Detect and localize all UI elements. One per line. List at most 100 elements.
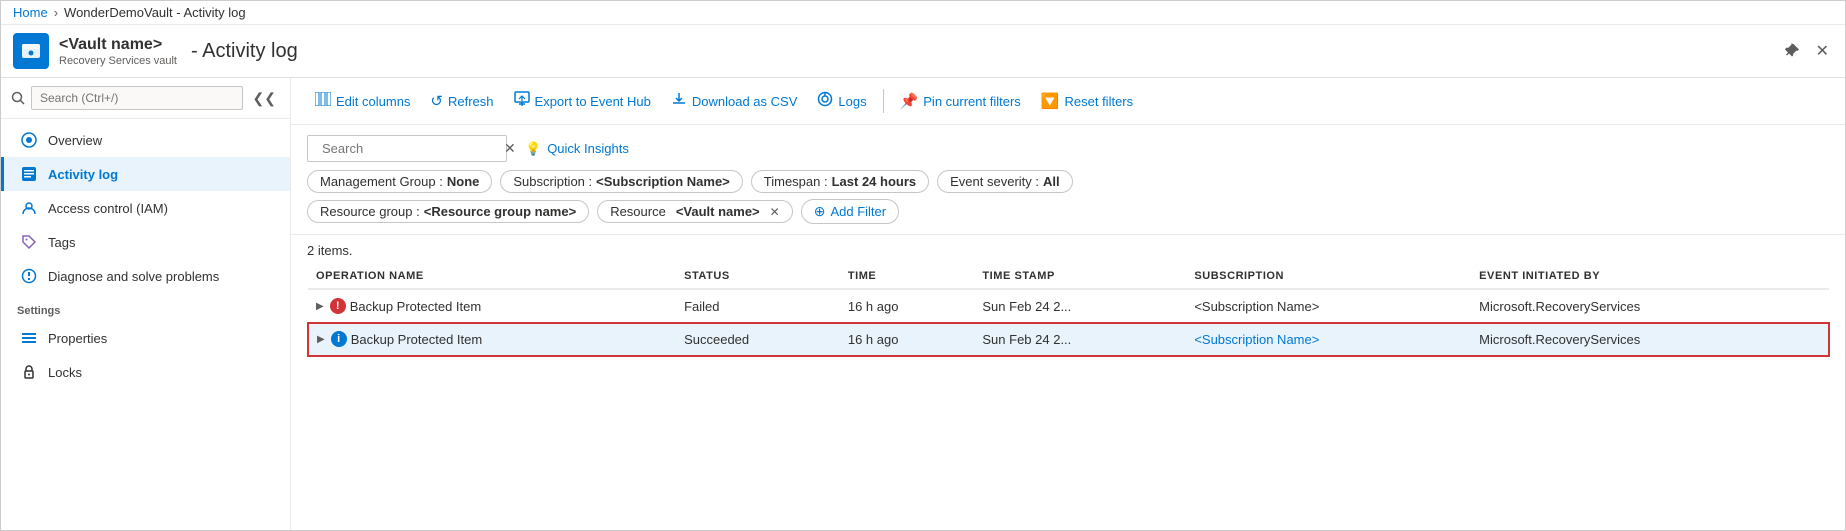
breadcrumb: Home › WonderDemoVault - Activity log	[1, 1, 1845, 25]
row2-operation-label: Backup Protected Item	[351, 332, 483, 347]
logs-label: Logs	[838, 94, 866, 109]
toolbar: Edit columns ↺ Refresh Export to Event H…	[291, 78, 1845, 125]
pin-button[interactable]	[1780, 37, 1804, 65]
search-input[interactable]	[322, 141, 498, 156]
mgmt-group-filter[interactable]: Management Group : None	[307, 170, 492, 193]
add-filter-label: Add Filter	[830, 204, 886, 219]
title-main: <Vault name> Recovery Services vault	[59, 35, 177, 66]
row1-timestamp: Sun Feb 24 2...	[974, 289, 1186, 323]
close-button[interactable]: ✕	[1812, 37, 1833, 65]
settings-section-label: Settings	[1, 293, 290, 321]
search-icon	[11, 91, 25, 105]
refresh-button[interactable]: ↺ Refresh	[422, 87, 501, 115]
download-csv-button[interactable]: Download as CSV	[663, 86, 806, 116]
col-status: STATUS	[676, 264, 840, 289]
logs-icon	[817, 91, 833, 111]
search-box: ✕	[307, 135, 507, 162]
locks-icon	[20, 363, 38, 381]
filter-row-pills: Management Group : None Subscription : <…	[307, 170, 1829, 193]
row2-subscription: <Subscription Name>	[1186, 323, 1471, 356]
refresh-label: Refresh	[448, 94, 494, 109]
table-row[interactable]: ▶ i Backup Protected Item Succeeded 16 h…	[308, 323, 1829, 356]
row2-time: 16 h ago	[840, 323, 975, 356]
sidebar-item-activity-log[interactable]: Activity log	[1, 157, 290, 191]
sidebar-item-activity-log-label: Activity log	[48, 167, 118, 182]
row2-subscription-link[interactable]: <Subscription Name>	[1194, 332, 1319, 347]
quick-insights-icon: 💡	[525, 141, 541, 157]
resource-key: Resource	[610, 204, 666, 219]
title-bar: <Vault name> Recovery Services vault - A…	[1, 25, 1845, 78]
timespan-val: Last 24 hours	[832, 174, 917, 189]
mgmt-group-val: None	[447, 174, 480, 189]
sidebar-search-area: ❮❮	[1, 78, 290, 119]
main-layout: ❮❮ Overview Activity log	[1, 78, 1845, 530]
sidebar-item-tags-label: Tags	[48, 235, 75, 250]
resource-val: <Vault name>	[676, 204, 760, 219]
row2-timestamp: Sun Feb 24 2...	[974, 323, 1186, 356]
diagnose-icon	[20, 267, 38, 285]
row1-expand[interactable]: ▶	[316, 301, 324, 312]
breadcrumb-home[interactable]: Home	[13, 5, 48, 20]
row1-operation-name: ▶ ! Backup Protected Item	[308, 289, 676, 323]
reset-filters-button[interactable]: 🔽 Reset filters	[1033, 87, 1141, 115]
sidebar-search-input[interactable]	[31, 86, 243, 110]
sidebar-item-overview[interactable]: Overview	[1, 123, 290, 157]
activity-log-table: OPERATION NAME STATUS TIME TIME STAMP SU…	[307, 264, 1829, 356]
breadcrumb-current: WonderDemoVault - Activity log	[64, 5, 246, 20]
sidebar-nav: Overview Activity log Access control (IA…	[1, 119, 290, 530]
edit-columns-icon	[315, 92, 331, 110]
download-icon	[671, 91, 687, 111]
sidebar-item-access-control-label: Access control (IAM)	[48, 201, 168, 216]
item-count: 2 items.	[307, 235, 1829, 264]
col-subscription: SUBSCRIPTION	[1186, 264, 1471, 289]
event-severity-filter[interactable]: Event severity : All	[937, 170, 1073, 193]
vault-name: <Vault name>	[59, 35, 177, 54]
col-event-initiated: EVENT INITIATED BY	[1471, 264, 1829, 289]
resource-group-filter[interactable]: Resource group : <Resource group name>	[307, 200, 589, 223]
table-area: 2 items. OPERATION NAME STATUS TIME TIME…	[291, 235, 1845, 530]
resource-filter[interactable]: Resource <Vault name> ✕	[597, 200, 793, 223]
sidebar-item-access-control[interactable]: Access control (IAM)	[1, 191, 290, 225]
export-button[interactable]: Export to Event Hub	[506, 86, 659, 116]
timespan-key: Timespan :	[764, 174, 828, 189]
pin-filters-icon: 📌	[900, 92, 919, 110]
resource-group-val: <Resource group name>	[424, 204, 576, 219]
sidebar-item-diagnose[interactable]: Diagnose and solve problems	[1, 259, 290, 293]
sidebar-item-properties[interactable]: Properties	[1, 321, 290, 355]
page-title: - Activity log	[191, 40, 298, 63]
filter-row-resource: Resource group : <Resource group name> R…	[307, 199, 1829, 224]
overview-icon	[20, 131, 38, 149]
row1-operation-label: Backup Protected Item	[350, 299, 482, 314]
quick-insights-label: Quick Insights	[547, 141, 629, 156]
row2-operation-name: ▶ i Backup Protected Item	[308, 323, 676, 356]
add-filter-button[interactable]: ⊕ Add Filter	[801, 199, 899, 224]
table-header-row: OPERATION NAME STATUS TIME TIME STAMP SU…	[308, 264, 1829, 289]
refresh-icon: ↺	[430, 92, 443, 110]
resource-filter-close[interactable]: ✕	[770, 205, 780, 219]
row1-time: 16 h ago	[840, 289, 975, 323]
row1-subscription: <Subscription Name>	[1186, 289, 1471, 323]
sidebar-item-diagnose-label: Diagnose and solve problems	[48, 269, 219, 284]
table-row[interactable]: ▶ ! Backup Protected Item Failed 16 h ag…	[308, 289, 1829, 323]
edit-columns-button[interactable]: Edit columns	[307, 87, 418, 115]
event-severity-key: Event severity :	[950, 174, 1039, 189]
subscription-filter[interactable]: Subscription : <Subscription Name>	[500, 170, 742, 193]
mgmt-group-key: Management Group :	[320, 174, 443, 189]
timespan-filter[interactable]: Timespan : Last 24 hours	[751, 170, 929, 193]
toolbar-separator	[883, 89, 884, 113]
row2-status-icon: i	[331, 331, 347, 347]
row2-event-initiated: Microsoft.RecoveryServices	[1471, 323, 1829, 356]
col-operation-name: OPERATION NAME	[308, 264, 676, 289]
quick-insights-button[interactable]: 💡 Quick Insights	[517, 137, 637, 161]
sidebar-item-locks[interactable]: Locks	[1, 355, 290, 389]
sidebar-item-tags[interactable]: Tags	[1, 225, 290, 259]
pin-filters-button[interactable]: 📌 Pin current filters	[892, 87, 1029, 115]
search-clear-button[interactable]: ✕	[504, 140, 516, 157]
logs-button[interactable]: Logs	[809, 86, 874, 116]
filter-area: ✕ 💡 Quick Insights Management Group : No…	[291, 125, 1845, 235]
access-control-icon	[20, 199, 38, 217]
row2-expand[interactable]: ▶	[317, 334, 325, 345]
row1-status-icon: !	[330, 298, 346, 314]
content-area: Edit columns ↺ Refresh Export to Event H…	[291, 78, 1845, 530]
collapse-sidebar-button[interactable]: ❮❮	[249, 88, 280, 109]
